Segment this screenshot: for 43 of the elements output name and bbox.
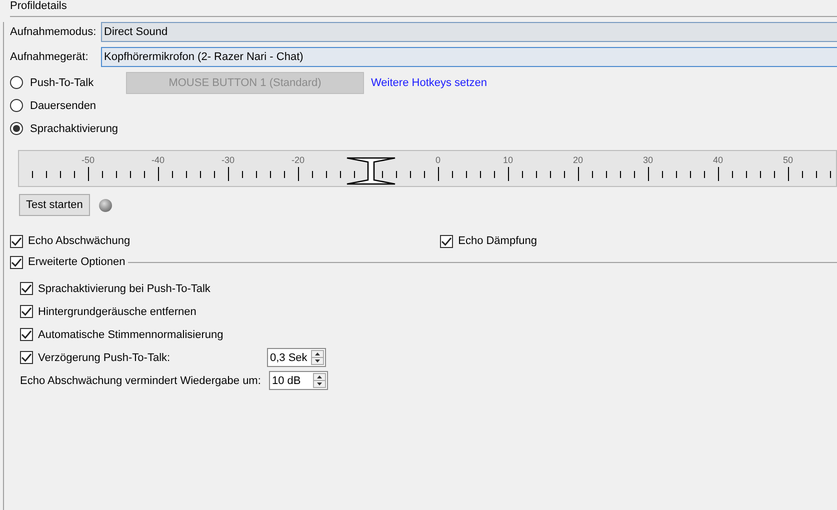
radio-button[interactable] [10, 76, 23, 89]
scale-label: -50 [82, 154, 94, 167]
checkbox[interactable] [20, 282, 33, 295]
checkbox-label: Hintergrundgeräusche entfernen [38, 304, 196, 318]
checkbox[interactable] [440, 234, 454, 248]
group-title: Profildetails [10, 0, 67, 13]
checkbox[interactable] [20, 328, 33, 341]
checkbox[interactable] [10, 256, 23, 268]
radio-button[interactable] [10, 122, 23, 135]
scale-label: -30 [222, 154, 234, 167]
radio-button[interactable] [10, 99, 23, 112]
scale-label: 30 [643, 154, 653, 167]
checkbox-label: Echo Abschwächung [28, 234, 130, 248]
dropdown-field[interactable]: Kopfhörermikrofon (2- Razer Nari - Chat) [101, 47, 837, 67]
hotkeys-link[interactable]: Weitere Hotkeys setzen [371, 76, 487, 90]
scale-label: -40 [152, 154, 164, 167]
checkbox-label: Erweiterte Optionen [28, 255, 126, 269]
number-spinner[interactable]: 0,3 Sek [267, 348, 326, 367]
spinner-label: Echo Abschwächung vermindert Wiedergabe um: [20, 374, 262, 388]
number-spinner[interactable]: 10 dB [269, 371, 328, 390]
field-label: Aufnahmemodus: [10, 25, 98, 39]
checkbox[interactable] [20, 351, 33, 364]
threshold-slider[interactable]: -50 -40 -30 -20 0 10 20 30 40 50 [18, 150, 837, 187]
checkbox-label: Echo Dämpfung [458, 234, 537, 248]
checkbox[interactable] [20, 305, 33, 318]
checkbox[interactable] [10, 234, 23, 248]
slider-thumb[interactable] [346, 157, 396, 185]
scale-label: 20 [573, 154, 583, 167]
radio-label: Sprachaktivierung [30, 122, 120, 136]
checkbox-label: Sprachaktivierung bei Push-To-Talk [38, 282, 210, 296]
field-label: Aufnahmegerät: [10, 50, 90, 64]
status-led-icon [98, 198, 112, 212]
dropdown-field[interactable]: Direct Sound [101, 22, 837, 42]
radio-label: Dauersenden [30, 98, 98, 112]
scale-label: -20 [292, 154, 304, 167]
radio-label: Push-To-Talk [30, 76, 95, 90]
checkbox-label: Verzögerung Push-To-Talk: [38, 350, 172, 364]
test-button[interactable]: Test starten [19, 194, 90, 216]
scale-label: 40 [713, 154, 723, 167]
scale-label: 0 [436, 154, 440, 167]
scale-label: 50 [783, 154, 793, 167]
scale-label: 10 [503, 154, 513, 167]
checkbox-label: Automatische Stimmennormalisierung [38, 328, 224, 342]
